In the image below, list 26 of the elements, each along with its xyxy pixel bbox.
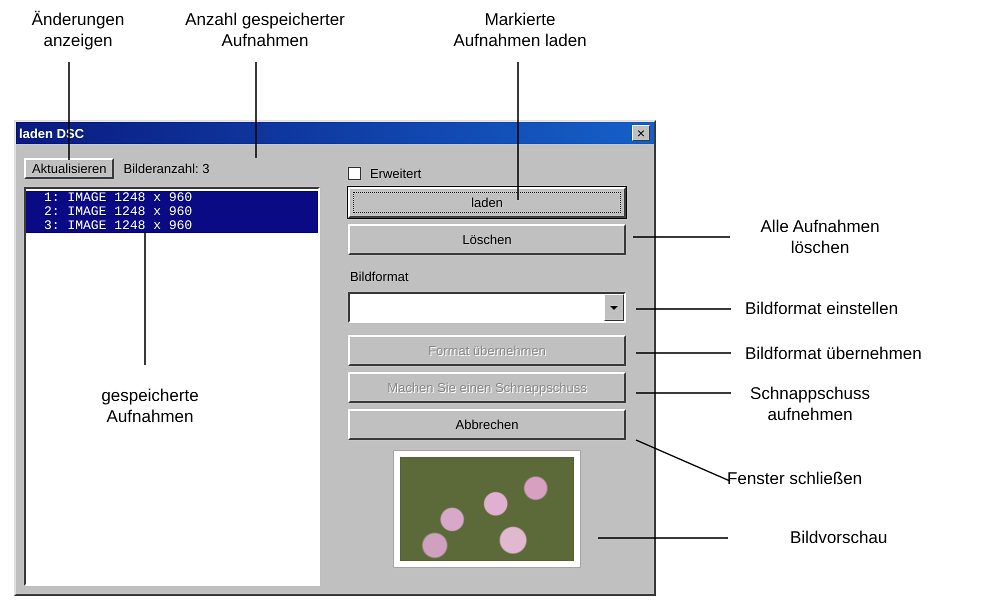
dialog-button[interactable]: Abbrechen (348, 409, 626, 440)
checkbox-label: Erweitert (370, 166, 422, 181)
callout-label: Fenster schließen (727, 468, 864, 489)
field-label: Bildformat (350, 269, 409, 284)
callout-label: Bildformat einstellen (745, 298, 900, 319)
dialog-button[interactable]: Löschen (348, 224, 626, 255)
list-item[interactable]: 1: IMAGE 1248 x 960 (26, 191, 318, 205)
format-dropdown[interactable] (348, 292, 626, 323)
callout-label: Anzahl gespeicherter Aufnahmen (184, 9, 346, 51)
callout-label: Schnappschuss aufnehmen (748, 383, 872, 425)
list-item[interactable]: 3: IMAGE 1248 x 960 (26, 219, 318, 233)
close-button[interactable]: × (632, 125, 650, 141)
callout-label: gespeicherte Aufnahmen (100, 385, 200, 427)
dropdown-arrow-icon (610, 306, 618, 310)
callout-label: Bildvorschau (790, 527, 888, 548)
list-item[interactable]: 2: IMAGE 1248 x 960 (26, 205, 318, 219)
callout-label: Änderungen anzeigen (30, 9, 126, 51)
callout-label: Alle Aufnahmen löschen (759, 216, 881, 258)
callout-label: Markierte Aufnahmen laden (452, 9, 588, 51)
image-count: Bilderanzahl: 3 (123, 161, 210, 176)
window-title: laden DSC (19, 126, 84, 140)
callout-label: Bildformat übernehmen (745, 343, 923, 364)
extended-checkbox[interactable]: Erweitert (348, 166, 626, 181)
dialog-button[interactable]: laden (348, 187, 626, 218)
refresh-button[interactable]: Aktualisieren (24, 158, 114, 179)
checkbox[interactable] (348, 167, 361, 180)
